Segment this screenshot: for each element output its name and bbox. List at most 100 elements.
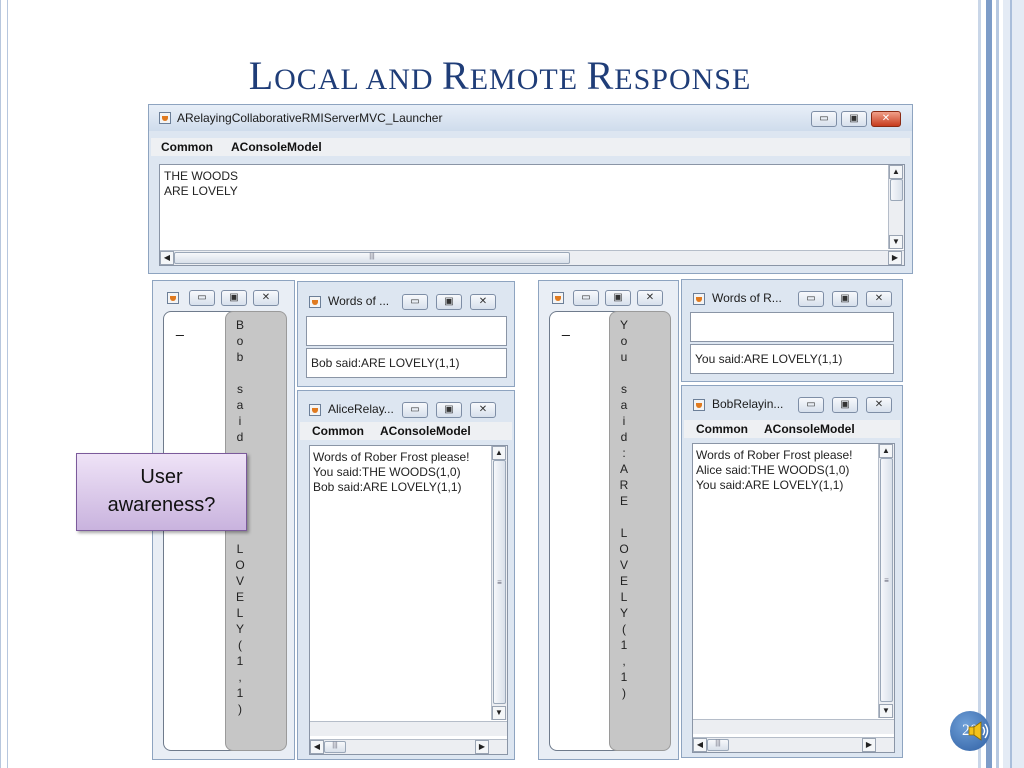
- minimize-button[interactable]: ▭: [402, 294, 428, 310]
- scroll-right-arrow-icon[interactable]: ▶: [475, 740, 489, 754]
- java-app-icon: [552, 292, 564, 304]
- message-char: O: [619, 542, 629, 556]
- bob-words-status: You said:ARE LOVELY(1,1): [690, 344, 894, 374]
- output-line: Alice said:THE WOODS(1,0): [696, 463, 850, 477]
- scroll-thumb[interactable]: |||: [707, 739, 729, 751]
- slide-right-band: [996, 0, 999, 768]
- bob-words-input[interactable]: [690, 312, 894, 342]
- close-button[interactable]: ✕: [637, 290, 663, 306]
- alice-words-input[interactable]: [306, 316, 507, 346]
- message-char: L: [236, 606, 244, 620]
- close-button[interactable]: ✕: [871, 111, 901, 127]
- menu-aconsolemodel[interactable]: AConsoleModel: [764, 422, 855, 436]
- scroll-thumb[interactable]: ≡: [493, 460, 506, 704]
- minimize-button[interactable]: ▭: [402, 402, 428, 418]
- minimize-button[interactable]: ▭: [573, 290, 599, 306]
- message-char: L: [236, 542, 244, 556]
- message-char: ,: [238, 670, 242, 684]
- slide-left-border: [0, 0, 1, 768]
- server-menubar: Common AConsoleModel: [151, 138, 910, 156]
- message-char: d: [236, 430, 244, 444]
- horizontal-scrollbar[interactable]: ◀ ||| ▶: [693, 737, 894, 752]
- bob-menubar: Common AConsoleModel: [684, 420, 900, 438]
- minimize-button[interactable]: ▭: [798, 397, 824, 413]
- alice-words-title: Words of ...: [328, 294, 390, 308]
- message-char: 1: [236, 686, 244, 700]
- output-line: Words of Rober Frost please!: [696, 448, 853, 462]
- scroll-thumb[interactable]: ≡: [880, 458, 893, 702]
- scroll-up-arrow-icon[interactable]: ▲: [889, 165, 903, 179]
- slide-right-band: [1003, 0, 1024, 768]
- server-window-title: ARelayingCollaborativeRMIServerMVC_Launc…: [177, 111, 443, 125]
- status-text: Bob said:ARE LOVELY(1,1): [311, 356, 460, 370]
- message-char: 1: [620, 638, 628, 652]
- close-button[interactable]: ✕: [866, 291, 892, 307]
- maximize-button[interactable]: ▣: [436, 294, 462, 310]
- scroll-thumb[interactable]: |||: [324, 741, 346, 753]
- message-char: u: [620, 350, 628, 364]
- scroll-left-arrow-icon[interactable]: ◀: [693, 738, 707, 752]
- scroll-thumb[interactable]: |||: [174, 252, 570, 264]
- close-button[interactable]: ✕: [866, 397, 892, 413]
- message-char: Y: [235, 622, 244, 636]
- scroll-left-arrow-icon[interactable]: ◀: [160, 251, 174, 265]
- scroll-right-arrow-icon[interactable]: ▶: [862, 738, 876, 752]
- message-char: b: [236, 350, 244, 364]
- menu-common[interactable]: Common: [696, 422, 748, 436]
- scroll-thumb[interactable]: [890, 179, 903, 201]
- scroll-left-arrow-icon[interactable]: ◀: [310, 740, 324, 754]
- close-button[interactable]: ✕: [470, 294, 496, 310]
- message-char: a: [620, 398, 628, 412]
- user-awareness-callout: User awareness?: [76, 453, 247, 531]
- message-char: (: [622, 622, 626, 636]
- maximize-button[interactable]: ▣: [832, 291, 858, 307]
- output-line: Words of Rober Frost please!: [313, 450, 470, 464]
- java-app-icon: [159, 112, 171, 124]
- alice-vertical-message: B o b s a i d L O V E L Y ( 1 , 1 ): [225, 311, 287, 751]
- minimize-button[interactable]: ▭: [811, 111, 837, 127]
- minimize-button[interactable]: ▭: [798, 291, 824, 307]
- scroll-down-arrow-icon[interactable]: ▼: [492, 706, 506, 720]
- menu-common[interactable]: Common: [312, 424, 364, 438]
- maximize-button[interactable]: ▣: [221, 290, 247, 306]
- menu-aconsolemodel[interactable]: AConsoleModel: [380, 424, 471, 438]
- bob-console-output[interactable]: Words of Rober Frost please! Alice said:…: [692, 443, 895, 753]
- vertical-scrollbar[interactable]: ▲ ≡ ▼: [491, 446, 507, 720]
- scroll-right-arrow-icon[interactable]: ▶: [888, 251, 902, 265]
- horizontal-scrollbar[interactable]: ◀ ||| ▶: [310, 739, 507, 754]
- server-output-area[interactable]: THE WOODS ARE LOVELY ▲ ▼ ◀ ||| ▶: [159, 164, 905, 266]
- scroll-up-arrow-icon[interactable]: ▲: [879, 444, 893, 458]
- vertical-scrollbar[interactable]: ▲ ▼: [888, 165, 904, 249]
- maximize-button[interactable]: ▣: [832, 397, 858, 413]
- message-char: L: [620, 526, 628, 540]
- message-char: a: [236, 398, 244, 412]
- menu-common[interactable]: Common: [161, 140, 213, 154]
- message-char: Y: [619, 606, 628, 620]
- maximize-button[interactable]: ▣: [841, 111, 867, 127]
- horizontal-scrollbar[interactable]: ◀ ||| ▶: [160, 250, 904, 265]
- scroll-down-arrow-icon[interactable]: ▼: [889, 235, 903, 249]
- scroll-down-arrow-icon[interactable]: ▼: [879, 704, 893, 718]
- output-line: You said:THE WOODS(1,0): [313, 465, 461, 479]
- minimize-button[interactable]: ▭: [189, 290, 215, 306]
- speaker-icon[interactable]: [968, 720, 990, 742]
- message-char: o: [236, 334, 244, 348]
- message-char: i: [622, 414, 626, 428]
- vertical-scrollbar[interactable]: ▲ ≡ ▼: [878, 444, 894, 718]
- message-char: o: [620, 334, 628, 348]
- maximize-button[interactable]: ▣: [605, 290, 631, 306]
- callout-line: User: [140, 466, 183, 488]
- bob-compact-window: ▭ ▣ ✕ _ Y o u s a i d : A R E L O V E L …: [538, 280, 679, 760]
- maximize-button[interactable]: ▣: [436, 402, 462, 418]
- close-button[interactable]: ✕: [470, 402, 496, 418]
- message-char: A: [619, 462, 628, 476]
- slide-title: LOCAL AND REMOTE RESPONSE: [248, 53, 752, 98]
- slide-right-band: [1010, 0, 1012, 768]
- menu-aconsolemodel[interactable]: AConsoleModel: [231, 140, 322, 154]
- scroll-up-arrow-icon[interactable]: ▲: [492, 446, 506, 460]
- alice-console-output[interactable]: Words of Rober Frost please! You said:TH…: [309, 445, 508, 755]
- java-app-icon: [693, 293, 705, 305]
- message-char: E: [619, 494, 628, 508]
- close-button[interactable]: ✕: [253, 290, 279, 306]
- server-titlebar[interactable]: ARelayingCollaborativeRMIServerMVC_Launc…: [149, 105, 912, 131]
